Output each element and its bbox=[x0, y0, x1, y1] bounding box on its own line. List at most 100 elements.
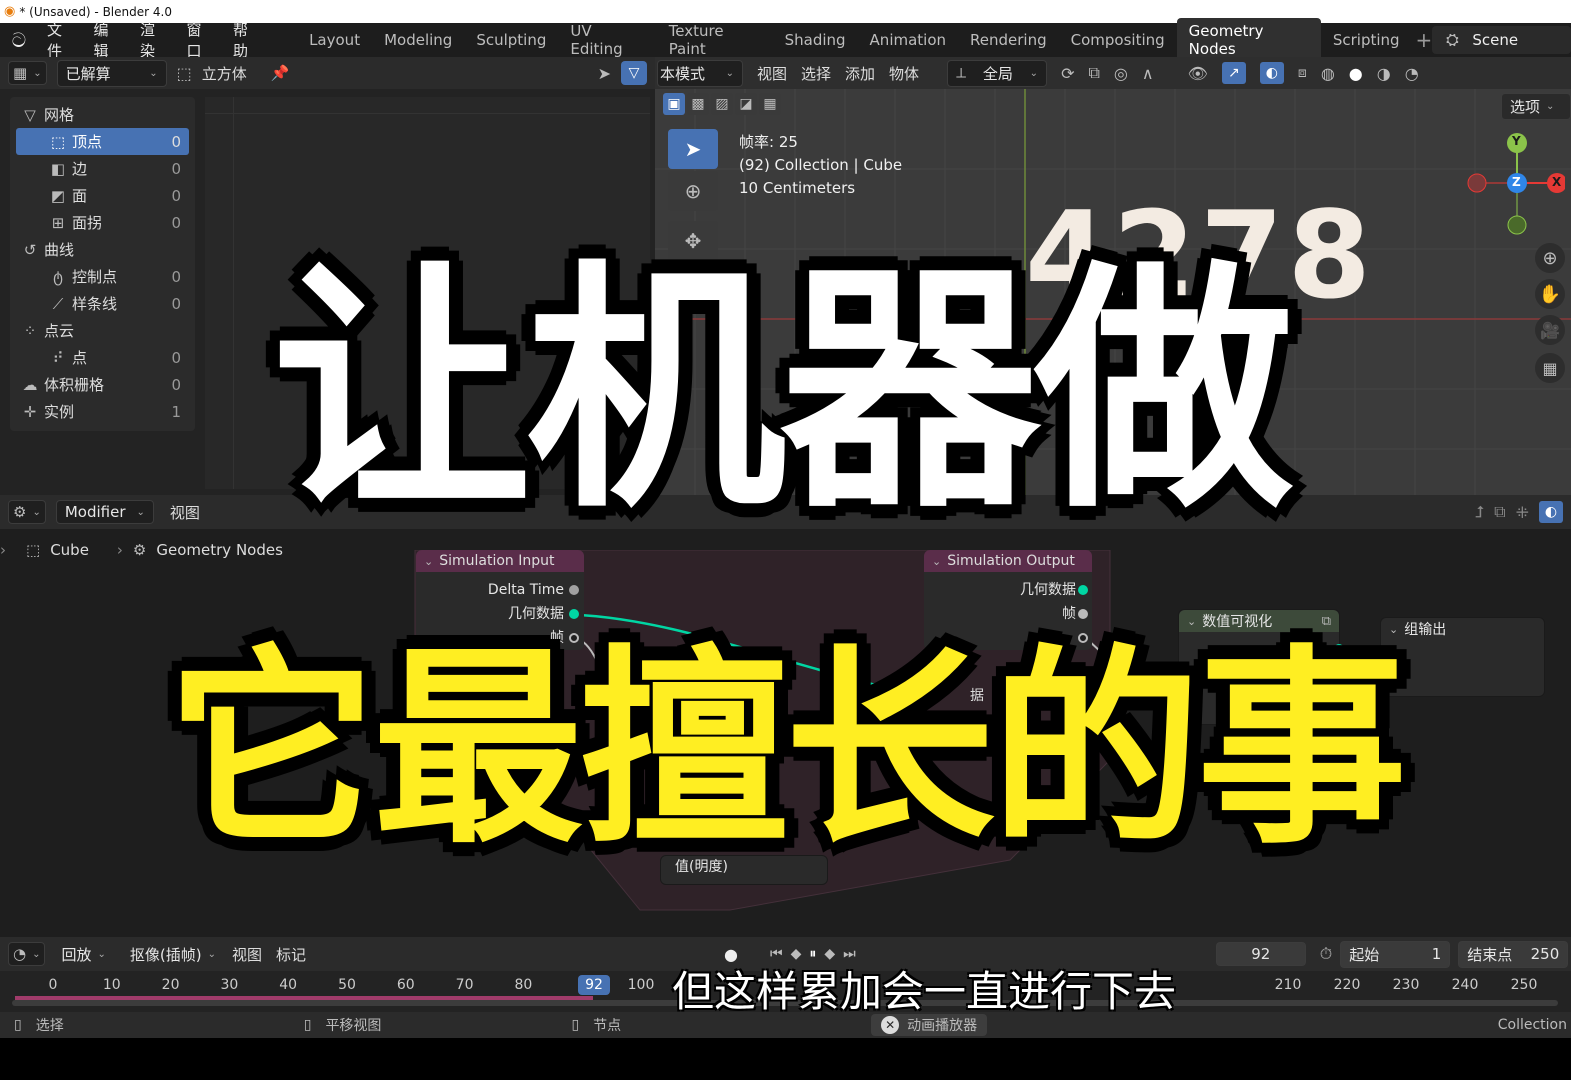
tab-rendering[interactable]: Rendering bbox=[958, 27, 1059, 53]
tree-item-vertex[interactable]: ⬚ 顶点 0 bbox=[16, 128, 189, 155]
tab-scripting[interactable]: Scripting bbox=[1321, 27, 1412, 53]
pin-icon[interactable]: 📌 bbox=[271, 64, 290, 82]
tree-item-curve[interactable]: ↺ 曲线 bbox=[16, 236, 189, 263]
stopwatch-icon[interactable]: ⏱ bbox=[1320, 944, 1332, 964]
viewport-menu-add[interactable]: 添加 bbox=[845, 63, 875, 84]
ortho-grid-icon[interactable]: ▦ bbox=[1535, 353, 1565, 383]
viewport-menu-select[interactable]: 选择 bbox=[801, 63, 831, 84]
filter-icon[interactable]: ▽ bbox=[621, 61, 647, 85]
volume-icon: ☁ bbox=[22, 375, 38, 394]
tab-layout[interactable]: Layout bbox=[297, 27, 372, 53]
select-intersect-icon[interactable]: ▦ bbox=[759, 93, 781, 115]
tab-geometry-nodes[interactable]: Geometry Nodes bbox=[1176, 18, 1321, 62]
chevron-down-icon[interactable]: ⌄ bbox=[1187, 615, 1196, 628]
breadcrumb-object[interactable]: Cube bbox=[50, 541, 89, 559]
transform-orientation-dropdown[interactable]: ⟂ 全局 ⌄ bbox=[947, 59, 1048, 87]
overlay-icon[interactable]: ◐ bbox=[1259, 62, 1284, 84]
gizmo-icon[interactable]: ↗ bbox=[1221, 62, 1246, 84]
camera-view-icon[interactable]: 🎥 bbox=[1535, 315, 1565, 345]
blender-menu-icon[interactable]: ට bbox=[0, 28, 38, 52]
viewport-menu-object[interactable]: 物体 bbox=[889, 63, 919, 84]
socket-dot[interactable] bbox=[569, 585, 579, 595]
modifier-dropdown[interactable]: Modifier ⌄ bbox=[55, 500, 154, 524]
status-collection: Collection bbox=[1497, 1017, 1567, 1033]
tree-item-face[interactable]: ◩ 面 0 bbox=[16, 182, 189, 209]
solid-shading-icon[interactable]: ● bbox=[1349, 64, 1363, 83]
chevron-down-icon[interactable]: ⌄ bbox=[424, 555, 433, 568]
playback-dropdown[interactable]: 回放 ⌄ bbox=[53, 942, 113, 967]
tree-item-face-corner[interactable]: ⊞ 面拐 0 bbox=[16, 209, 189, 236]
select-extend-icon[interactable]: ▩ bbox=[687, 93, 709, 115]
node-menu-view[interactable]: 视图 bbox=[170, 502, 200, 523]
rendered-shading-icon[interactable]: ◔ bbox=[1405, 64, 1419, 83]
tree-item-instance[interactable]: ✛ 实例 1 bbox=[16, 398, 189, 425]
wireframe-shading-icon[interactable]: ◍ bbox=[1321, 64, 1335, 83]
point-cloud-icon: ⁘ bbox=[23, 321, 37, 340]
timeline-tick: 70 bbox=[455, 977, 474, 993]
material-shading-icon[interactable]: ◑ bbox=[1377, 64, 1391, 83]
tab-texture-paint[interactable]: Texture Paint bbox=[657, 18, 773, 62]
menu-file[interactable]: 文件 bbox=[38, 19, 85, 61]
status-node: 节点 bbox=[593, 1018, 622, 1034]
gizmo-x-label: X bbox=[1552, 175, 1562, 189]
tab-compositing[interactable]: Compositing bbox=[1059, 27, 1177, 53]
tree-item-control-point[interactable]: ტ 控制点 0 bbox=[16, 263, 189, 290]
select-tool-button[interactable]: ➤ bbox=[668, 129, 718, 169]
menu-render[interactable]: 渲染 bbox=[131, 19, 178, 61]
tree-item-point[interactable]: ⠞ 点 0 bbox=[16, 344, 189, 371]
socket-dot[interactable] bbox=[1078, 609, 1088, 619]
xray-icon[interactable]: ⧈ bbox=[1298, 65, 1307, 81]
parent-node-icon[interactable]: ⮥ bbox=[1475, 502, 1484, 522]
mode-dropdown[interactable]: 本模式 ⌄ bbox=[657, 59, 743, 87]
tree-item-point-cloud[interactable]: ⁘ 点云 bbox=[16, 317, 189, 344]
editor-type-dropdown[interactable]: ▦ ⌄ bbox=[8, 61, 47, 85]
timeline-menu-marker[interactable]: 标记 bbox=[276, 944, 306, 965]
tab-animation[interactable]: Animation bbox=[858, 27, 958, 53]
tree-item-edge[interactable]: ◧ 边 0 bbox=[16, 155, 189, 182]
scene-name[interactable]: Scene bbox=[1472, 31, 1518, 49]
socket-dot[interactable] bbox=[1078, 585, 1088, 595]
pan-hand-icon[interactable]: ✋ bbox=[1535, 279, 1565, 309]
playhead[interactable]: 92 bbox=[578, 975, 610, 995]
socket-dot[interactable] bbox=[569, 609, 579, 619]
falloff-icon[interactable]: ∧ bbox=[1142, 64, 1154, 83]
tab-modeling[interactable]: Modeling bbox=[372, 27, 464, 53]
info-fps: 帧率: 25 bbox=[739, 133, 798, 151]
viewport-menu-view[interactable]: 视图 bbox=[757, 63, 787, 84]
add-workspace-icon[interactable]: + bbox=[1416, 28, 1433, 52]
tree-item-spline[interactable]: ⟋ 样条线 0 bbox=[16, 290, 189, 317]
select-invert-icon[interactable]: ◪ bbox=[735, 93, 757, 115]
chevron-down-icon[interactable]: ⌄ bbox=[932, 555, 941, 568]
timeline-type-dropdown[interactable]: ◔ ⌄ bbox=[8, 942, 46, 966]
node-snap-icon[interactable]: ⧉ bbox=[1494, 502, 1505, 522]
cursor-tool-button[interactable]: ⊕ bbox=[668, 171, 718, 211]
tab-sculpting[interactable]: Sculpting bbox=[464, 27, 558, 53]
node-snap-mode-icon[interactable]: ⁜ bbox=[1516, 503, 1529, 522]
breadcrumb-modifier[interactable]: Geometry Nodes bbox=[156, 541, 283, 559]
snap-icon[interactable]: ⧉ bbox=[1088, 63, 1099, 83]
zoom-icon[interactable]: ⊕ bbox=[1535, 243, 1565, 273]
start-frame-field[interactable]: 起始 1 bbox=[1340, 940, 1451, 968]
select-new-icon[interactable]: ▣ bbox=[663, 93, 685, 115]
evaluated-dropdown[interactable]: 已解算 ⌄ bbox=[56, 59, 167, 87]
menu-help[interactable]: 帮助 bbox=[224, 19, 271, 61]
options-dropdown[interactable]: 选项 ⌄ bbox=[1501, 93, 1571, 120]
menu-window[interactable]: 窗口 bbox=[177, 19, 224, 61]
scene-icon[interactable]: ⛭ bbox=[1432, 30, 1472, 50]
tab-shading[interactable]: Shading bbox=[773, 27, 858, 53]
select-filter-icon[interactable]: ➤ bbox=[598, 64, 611, 83]
visibility-icon[interactable]: 👁 bbox=[1188, 64, 1208, 83]
tree-item-mesh[interactable]: ▽ 网格 bbox=[16, 101, 189, 128]
end-frame-field[interactable]: 结束点 250 bbox=[1458, 940, 1569, 968]
timeline-menu-view[interactable]: 视图 bbox=[232, 944, 262, 965]
pivot-icon[interactable]: ⟳ bbox=[1061, 64, 1074, 83]
keying-dropdown[interactable]: 抠像(插帧) ⌄ bbox=[122, 942, 224, 967]
node-overlay-icon[interactable]: ◐ bbox=[1539, 501, 1563, 523]
menu-edit[interactable]: 编辑 bbox=[84, 19, 131, 61]
select-subtract-icon[interactable]: ▨ bbox=[711, 93, 733, 115]
tab-uv-editing[interactable]: UV Editing bbox=[558, 18, 656, 62]
tree-item-volume-grid[interactable]: ☁ 体积栅格 0 bbox=[16, 371, 189, 398]
proportional-edit-icon[interactable]: ◎ bbox=[1114, 64, 1128, 83]
node-editor-type-dropdown[interactable]: ⚙ ⌄ bbox=[8, 500, 46, 524]
current-frame-field[interactable]: 92 bbox=[1215, 942, 1306, 966]
